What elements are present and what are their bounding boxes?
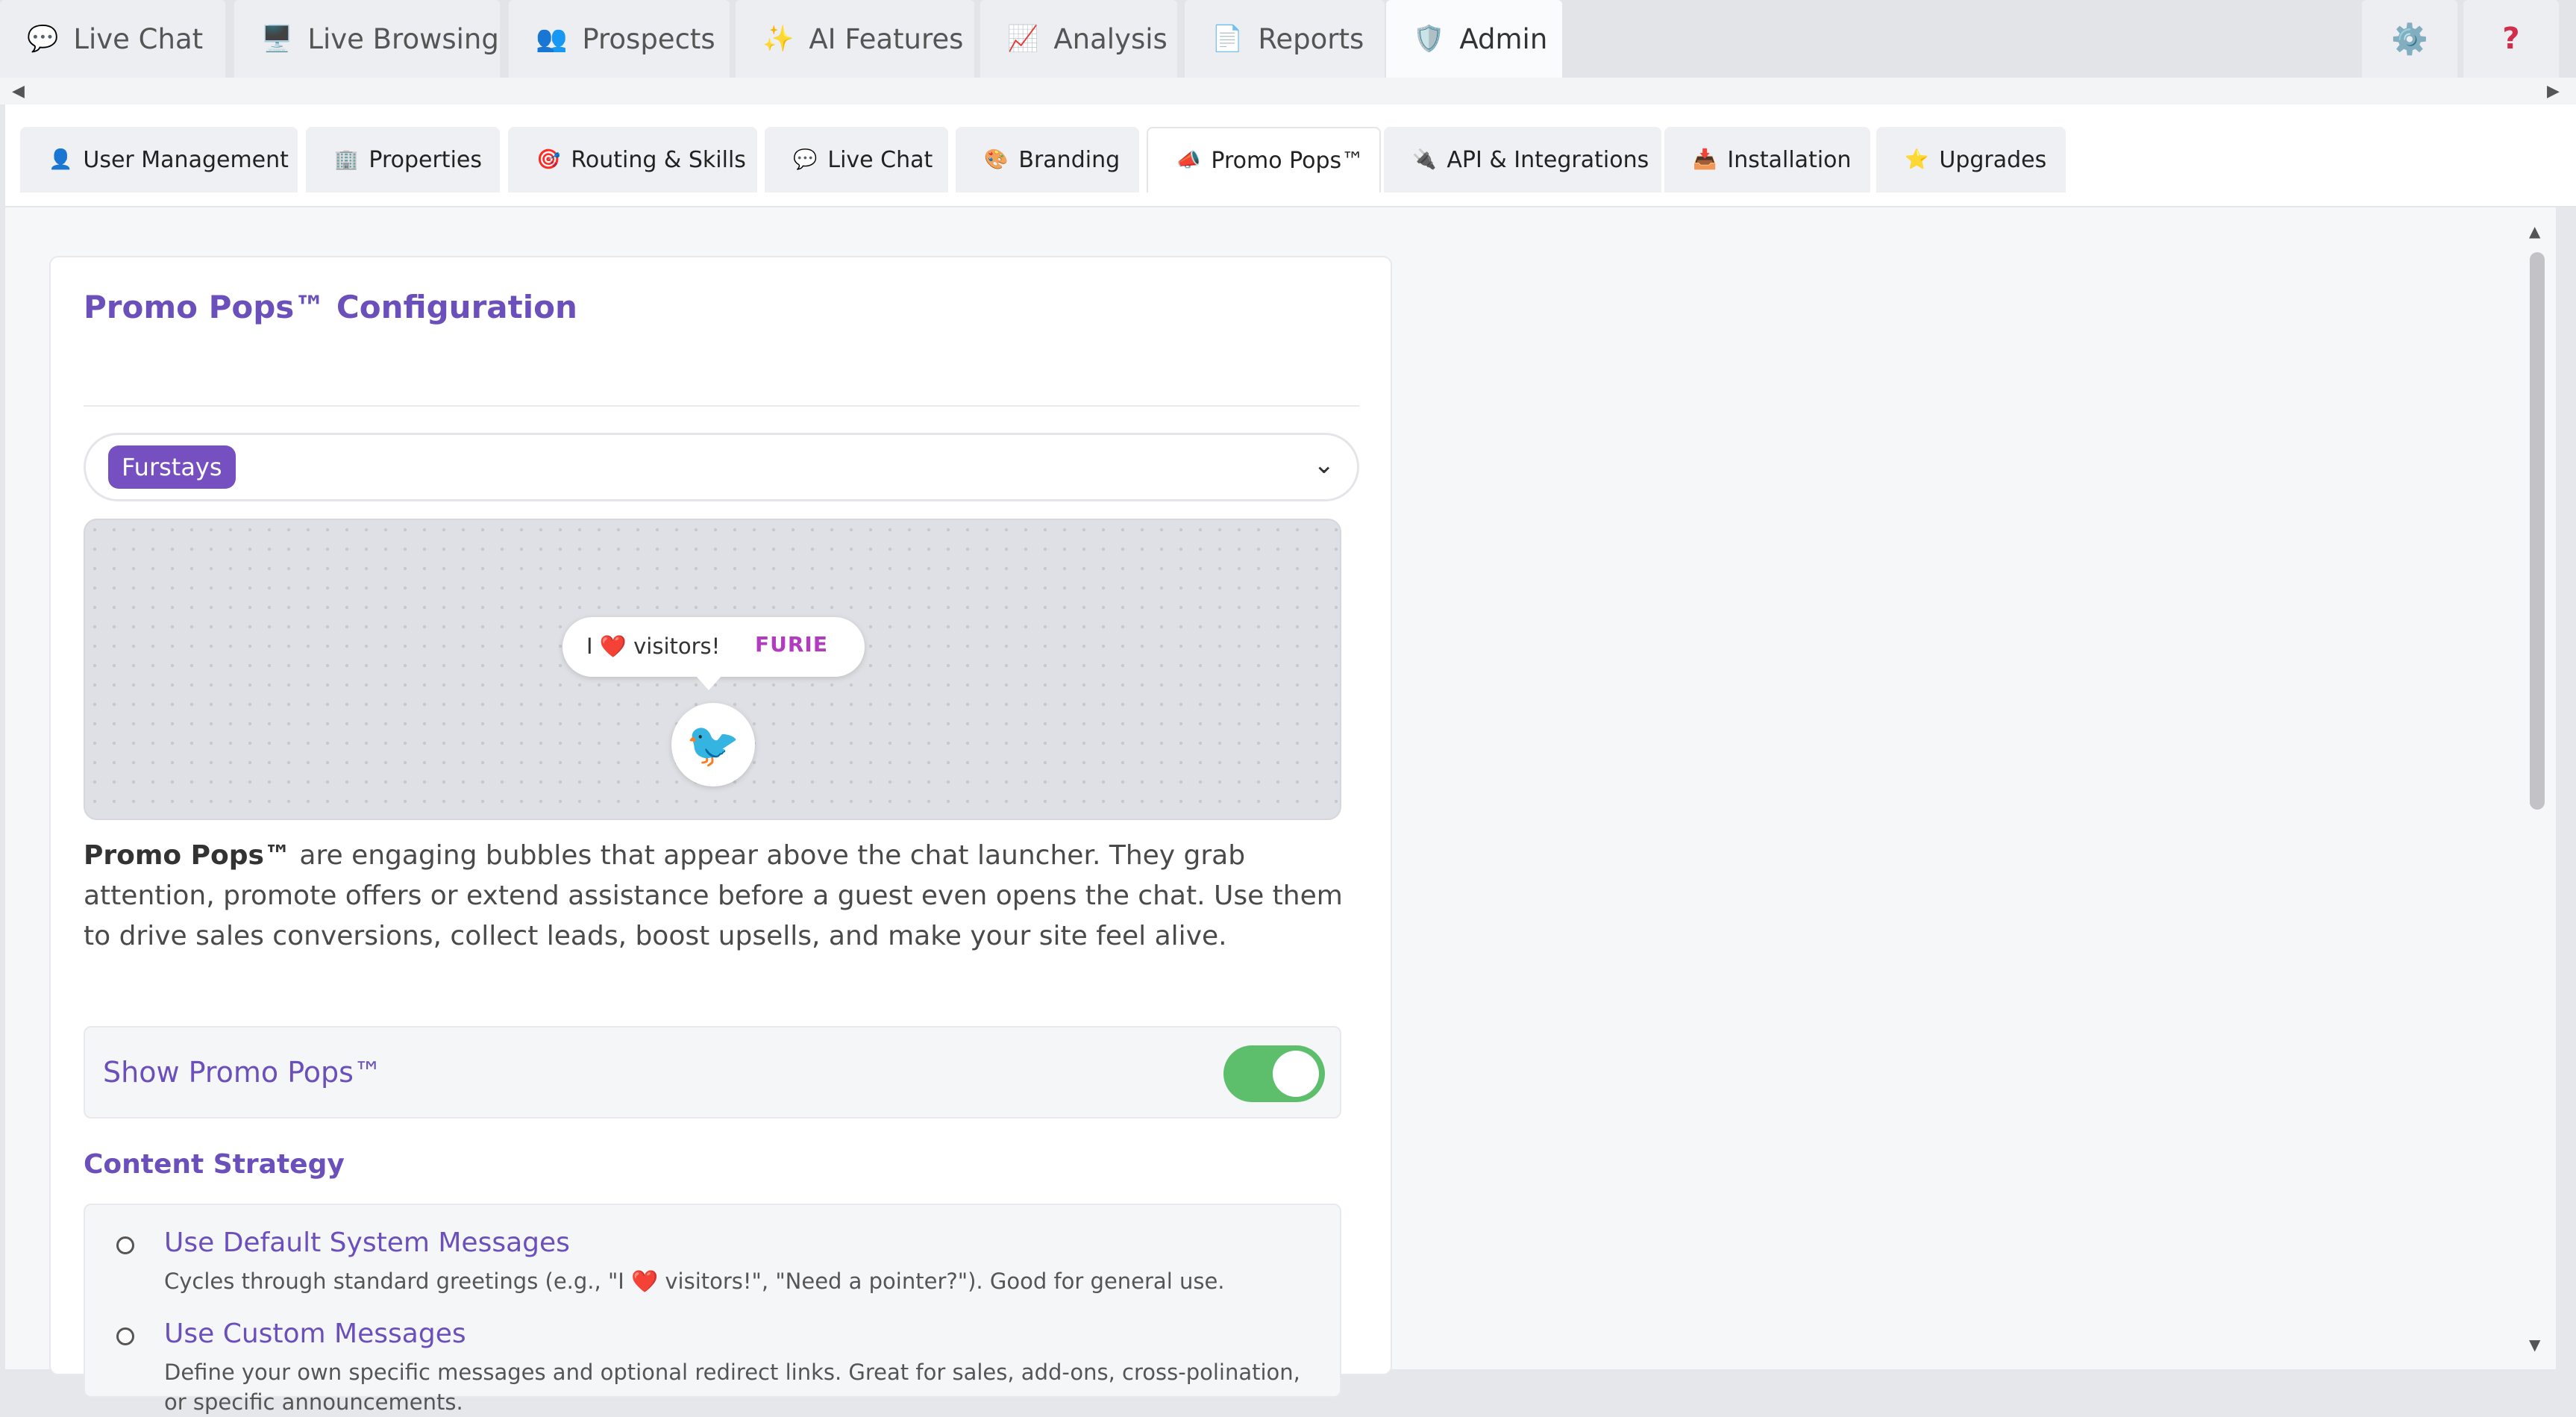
bubble-text-pre: I [586,634,593,659]
tab-label: Admin [1459,22,1548,55]
document-icon: 📄 [1212,24,1244,54]
tab-prospects[interactable]: 👥 Prospects [509,0,730,78]
content-strategy-options: Use Default System Messages Cycles throu… [84,1204,1341,1415]
subtab-installation[interactable]: 📥 Installation [1664,127,1870,193]
show-promo-pops-label: Show Promo Pops™ [103,1056,382,1089]
download-icon: 📥 [1693,148,1717,171]
promo-description: Promo Pops™ are engaging bubbles that ap… [84,836,1359,957]
plug-icon: 🔌 [1412,148,1437,171]
tab-label: Reports [1258,22,1364,55]
radio-default-messages[interactable] [116,1236,134,1254]
subtab-label: Installation [1727,146,1852,173]
sparkles-icon: ✨ [762,24,795,54]
megaphone-icon: 📣 [1176,149,1201,172]
subtab-label: Routing & Skills [571,146,746,173]
subtab-live-chat[interactable]: 💬 Live Chat [765,127,948,193]
tab-label: Live Browsing [307,22,499,55]
admin-sub-tab-bar: 👤 User Management 🏢 Properties 🎯 Routing… [5,104,2576,207]
vertical-scrollbar[interactable]: ▲ ▼ [2522,207,2556,1369]
question-icon: ? [2502,22,2520,56]
subtab-label: Promo Pops™ [1211,147,1364,174]
divider [84,405,1359,407]
tab-analysis[interactable]: 📈 Analysis [980,0,1177,78]
horizontal-scrollbar[interactable]: ◀ ▶ [0,78,2576,104]
star-icon: ⭐ [1905,148,1929,171]
scroll-down-icon[interactable]: ▼ [2529,1336,2540,1354]
building-icon: 🏢 [334,148,359,171]
tab-label: Live Chat [73,22,204,55]
gear-icon: ⚙️ [2391,22,2428,57]
furie-logo: FURIE [755,632,828,657]
option-default-title[interactable]: Use Default System Messages [164,1227,570,1258]
scroll-right-icon[interactable]: ▶ [2547,82,2560,101]
subtab-label: User Management [83,146,289,173]
bird-mascot-icon: 🐦 [686,719,741,770]
subtab-label: Live Chat [827,146,933,173]
promo-bubble: I ❤️ visitors! FURIE [562,617,865,690]
tab-ai-features[interactable]: ✨ AI Features [736,0,974,78]
subtab-promo-pops[interactable]: 📣 Promo Pops™ [1147,127,1381,193]
chat-launcher-avatar: 🐦 [671,703,755,786]
promo-pops-config-card: Promo Pops™ Configuration Furstays ⌄ I ❤… [49,256,1392,1415]
help-button[interactable]: ? [2463,0,2559,78]
option-custom-title[interactable]: Use Custom Messages [164,1319,466,1349]
subtab-label: Upgrades [1939,146,2047,173]
tab-label: Prospects [582,22,715,55]
page-title: Promo Pops™ Configuration [84,289,577,325]
tab-live-chat[interactable]: 💬 Live Chat [0,0,225,78]
tab-reports[interactable]: 📄 Reports [1185,0,1385,78]
content-strategy-heading: Content Strategy [84,1149,345,1180]
subtab-upgrades[interactable]: ⭐ Upgrades [1876,127,2066,193]
target-icon: 🎯 [536,148,561,171]
heart-icon: ❤️ [599,634,627,659]
description-bold: Promo Pops™ [84,840,291,871]
monitor-icon: 🖥️ [261,24,293,54]
shield-icon: 🛡️ [1413,24,1445,54]
promo-bubble-text: I ❤️ visitors! [586,634,720,660]
chat-bubble-icon: 💬 [27,24,59,54]
option-default-desc: Cycles through standard greetings (e.g.,… [164,1269,1225,1294]
show-promo-pops-toggle[interactable] [1223,1045,1325,1102]
main-tab-bar: 💬 Live Chat 🖥️ Live Browsing 👥 Prospects… [0,0,2576,78]
tab-label: AI Features [809,22,964,55]
user-icon: 👤 [48,148,73,171]
chart-icon: 📈 [1007,24,1039,54]
subtab-branding[interactable]: 🎨 Branding [956,127,1139,193]
people-icon: 👥 [536,24,568,54]
subtab-label: Branding [1018,146,1121,173]
scroll-left-icon[interactable]: ◀ [12,82,25,101]
settings-button[interactable]: ⚙️ [2362,0,2457,78]
palette-icon: 🎨 [984,148,1009,171]
tab-label: Analysis [1053,22,1168,55]
subtab-user-management[interactable]: 👤 User Management [20,127,298,193]
scrollbar-thumb[interactable] [2530,252,2545,810]
property-select[interactable]: Furstays ⌄ [84,433,1359,501]
toggle-knob [1273,1051,1319,1097]
chevron-down-icon[interactable]: ⌄ [1314,450,1335,480]
selected-property-chip[interactable]: Furstays [108,445,236,489]
tab-admin[interactable]: 🛡️ Admin [1386,0,1562,78]
show-promo-pops-row: Show Promo Pops™ [84,1026,1341,1119]
promo-preview: I ❤️ visitors! FURIE 🐦 [84,519,1341,820]
scroll-up-icon[interactable]: ▲ [2529,222,2540,240]
radio-custom-messages[interactable] [116,1327,134,1345]
content-area: Promo Pops™ Configuration Furstays ⌄ I ❤… [5,207,2527,1415]
subtab-label: Properties [369,146,482,173]
subtab-api-integrations[interactable]: 🔌 API & Integrations [1384,127,1661,193]
subtab-label: API & Integrations [1447,146,1649,173]
subtab-properties[interactable]: 🏢 Properties [306,127,500,193]
chat-bubble-icon: 💬 [793,148,818,171]
option-custom-desc: Define your own specific messages and op… [164,1360,1300,1415]
bubble-text-post: visitors! [633,634,721,659]
subtab-routing-skills[interactable]: 🎯 Routing & Skills [508,127,757,193]
tab-live-browsing[interactable]: 🖥️ Live Browsing [234,0,500,78]
